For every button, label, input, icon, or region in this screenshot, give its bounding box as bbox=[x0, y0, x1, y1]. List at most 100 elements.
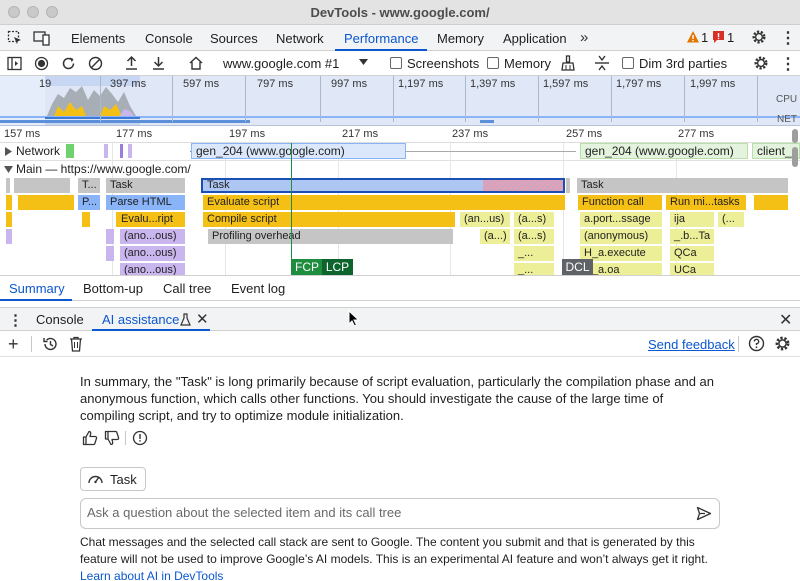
download-icon[interactable] bbox=[151, 55, 166, 71]
inspect-element-icon[interactable] bbox=[7, 30, 23, 46]
tab-elements[interactable]: Elements bbox=[71, 31, 125, 46]
device-toolbar-icon[interactable] bbox=[33, 30, 51, 46]
anonymous-slice[interactable]: (a...s) bbox=[514, 229, 554, 244]
function-slice[interactable] bbox=[6, 229, 12, 244]
question-input[interactable] bbox=[87, 505, 677, 520]
anonymous-slice[interactable]: (anonymous) bbox=[580, 229, 662, 244]
fcp-marker[interactable]: FCP bbox=[292, 259, 322, 275]
tab-call-tree[interactable]: Call tree bbox=[163, 281, 211, 296]
task-slice[interactable]: Task bbox=[106, 178, 185, 193]
tab-sources[interactable]: Sources bbox=[210, 31, 258, 46]
dcl-marker[interactable]: DCL bbox=[562, 259, 593, 275]
collapse-tracks-icon[interactable] bbox=[594, 54, 610, 72]
anonymous-slice[interactable]: (a...) bbox=[480, 229, 510, 244]
thumbs-down-icon[interactable] bbox=[104, 430, 120, 446]
close-tab-icon[interactable]: ✕ bbox=[196, 310, 209, 328]
flame-chart[interactable]: Network gen_204 (www.google.com) gen_204… bbox=[0, 143, 800, 275]
anonymous-slice[interactable]: (an...us) bbox=[460, 212, 510, 227]
upload-icon[interactable] bbox=[124, 55, 139, 71]
more-options-kebab-icon[interactable]: ⋮ bbox=[780, 28, 796, 48]
flame-scrollbar[interactable] bbox=[792, 147, 798, 167]
run-microtasks-slice[interactable]: Run mi...tasks bbox=[666, 195, 746, 210]
parse-html-slice[interactable]: Parse HTML bbox=[106, 195, 185, 210]
evaluate-script-slice[interactable]: Evaluate script bbox=[203, 195, 565, 210]
function-slice[interactable]: _... bbox=[514, 263, 554, 275]
report-issue-icon[interactable] bbox=[132, 430, 148, 446]
ai-settings-gear-icon[interactable] bbox=[774, 335, 791, 352]
record-icon[interactable] bbox=[34, 56, 49, 71]
clear-icon[interactable] bbox=[88, 56, 103, 71]
script-slice[interactable] bbox=[6, 212, 12, 227]
thumbs-up-icon[interactable] bbox=[82, 430, 98, 446]
function-slice[interactable] bbox=[106, 229, 114, 244]
tab-summary[interactable]: Summary bbox=[9, 281, 65, 296]
evaluate-script-slice[interactable]: Evalu...ript bbox=[116, 212, 185, 227]
anonymous-slice[interactable]: (... bbox=[718, 212, 744, 227]
lcp-marker[interactable]: LCP bbox=[322, 259, 353, 275]
target-select[interactable]: www.google.com #1 bbox=[223, 56, 339, 71]
ija-slice[interactable]: ija bbox=[670, 212, 714, 227]
memory-checkbox[interactable] bbox=[487, 57, 499, 69]
tab-bottom-up[interactable]: Bottom-up bbox=[83, 281, 143, 296]
anonymous-slice[interactable]: (ano...ous) bbox=[120, 263, 185, 275]
task-slice[interactable]: Task bbox=[577, 178, 788, 193]
screenshots-checkbox[interactable] bbox=[390, 57, 402, 69]
timeline-overview[interactable]: 19 397 ms 597 ms 797 ms 997 ms 1,197 ms … bbox=[0, 76, 800, 126]
network-request[interactable] bbox=[120, 144, 123, 158]
warning-icon[interactable] bbox=[686, 30, 700, 44]
new-chat-plus-icon[interactable]: + bbox=[8, 335, 19, 353]
network-request[interactable] bbox=[66, 144, 74, 158]
close-drawer-icon[interactable]: ✕ bbox=[779, 310, 792, 330]
script-slice[interactable] bbox=[18, 195, 74, 210]
drawer-menu-kebab-icon[interactable]: ⋮ bbox=[8, 311, 23, 329]
network-track-label[interactable]: Network bbox=[16, 144, 60, 158]
error-message-icon[interactable] bbox=[712, 30, 725, 44]
task-slice[interactable] bbox=[14, 178, 70, 193]
network-request[interactable] bbox=[104, 144, 108, 158]
profiling-overhead-slice[interactable]: Profiling overhead bbox=[208, 229, 453, 244]
capture-settings-gear-icon[interactable] bbox=[753, 55, 769, 71]
dim-third-parties-checkbox[interactable] bbox=[622, 57, 634, 69]
tab-console[interactable]: Console bbox=[145, 31, 193, 46]
task-slice[interactable]: T... bbox=[78, 178, 100, 193]
function-slice[interactable]: UCa bbox=[670, 263, 714, 275]
broom-icon[interactable] bbox=[560, 55, 576, 71]
settings-gear-icon[interactable] bbox=[751, 29, 767, 45]
drawer-tab-console[interactable]: Console bbox=[36, 312, 84, 327]
script-slice[interactable] bbox=[6, 195, 12, 210]
script-slice[interactable] bbox=[754, 195, 788, 210]
port-message-slice[interactable]: a.port...ssage bbox=[580, 212, 662, 227]
collapse-main-triangle-icon[interactable] bbox=[4, 165, 13, 174]
compile-script-slice[interactable]: Compile script bbox=[203, 212, 455, 227]
question-input-box[interactable] bbox=[80, 498, 720, 529]
chevron-down-icon[interactable] bbox=[359, 59, 368, 66]
drawer-tab-ai-assistance[interactable]: AI assistance bbox=[102, 312, 179, 327]
reload-record-icon[interactable] bbox=[61, 56, 76, 71]
toggle-sidebar-icon[interactable] bbox=[7, 56, 22, 71]
tab-memory[interactable]: Memory bbox=[437, 31, 484, 46]
parse-html-slice[interactable]: P... bbox=[78, 195, 100, 210]
function-slice[interactable]: QCa bbox=[670, 246, 714, 261]
anonymous-slice[interactable]: (ano...ous) bbox=[120, 229, 185, 244]
network-request-gen204-2[interactable]: gen_204 (www.google.com) bbox=[580, 143, 748, 159]
learn-about-ai-link[interactable]: Learn about AI in DevTools bbox=[80, 569, 223, 581]
function-call-slice[interactable]: Function call bbox=[578, 195, 662, 210]
task-slice[interactable] bbox=[6, 178, 10, 193]
more-tabs-chevron-icon[interactable]: » bbox=[580, 29, 588, 46]
network-request-gen204[interactable]: gen_204 (www.google.com) bbox=[191, 143, 406, 159]
function-slice[interactable]: _... bbox=[514, 246, 554, 261]
delete-trash-icon[interactable] bbox=[69, 336, 83, 352]
tab-performance[interactable]: Performance bbox=[344, 31, 418, 46]
anonymous-slice[interactable]: (a...s) bbox=[514, 212, 554, 227]
help-icon[interactable] bbox=[748, 335, 765, 352]
main-track-label[interactable]: Main — https://www.google.com/ bbox=[16, 162, 191, 176]
network-request[interactable] bbox=[128, 144, 132, 158]
send-arrow-icon[interactable] bbox=[696, 506, 712, 521]
perf-more-options-kebab-icon[interactable]: ⋮ bbox=[780, 54, 796, 74]
tab-application[interactable]: Application bbox=[503, 31, 567, 46]
tab-network[interactable]: Network bbox=[276, 31, 324, 46]
script-slice[interactable] bbox=[82, 212, 90, 227]
function-slice[interactable] bbox=[106, 246, 114, 261]
expand-network-triangle-icon[interactable] bbox=[4, 147, 13, 156]
task-slice[interactable] bbox=[566, 178, 570, 193]
